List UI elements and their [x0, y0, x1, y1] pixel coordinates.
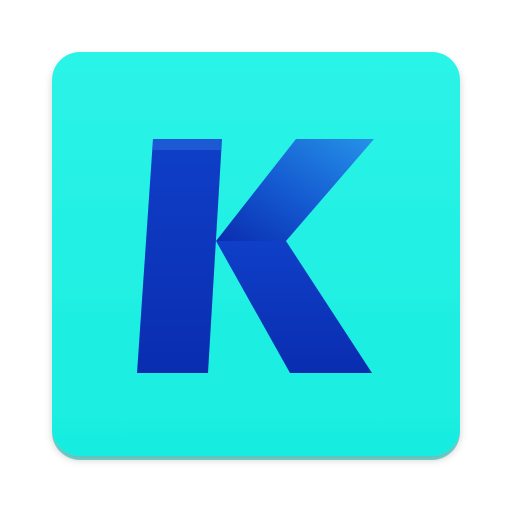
- app-icon-stage: [0, 0, 512, 512]
- k-letter-highlight: [152, 139, 222, 150]
- app-icon[interactable]: [0, 0, 512, 512]
